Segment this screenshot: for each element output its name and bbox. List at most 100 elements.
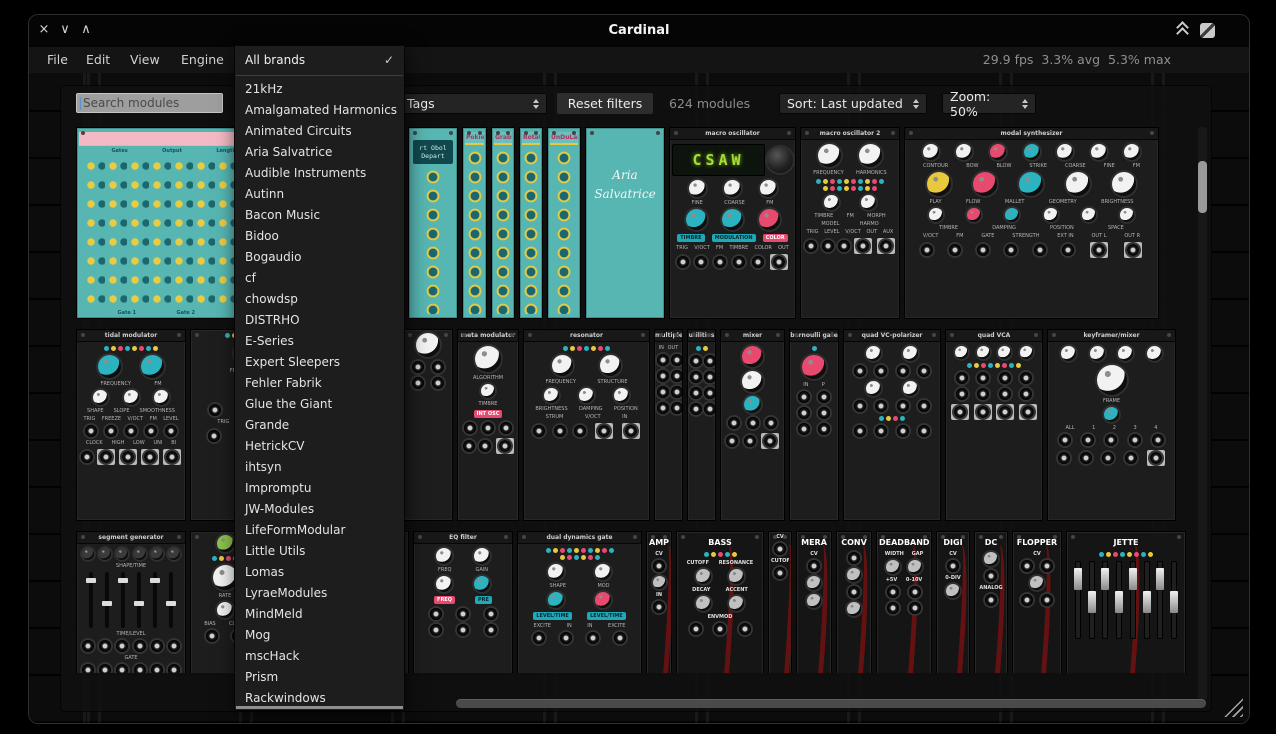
panel-label: GATE <box>124 655 137 661</box>
brand-menu-item[interactable]: E-Series <box>235 331 404 352</box>
module-card[interactable]: DIGICV0-DIV <box>936 531 970 673</box>
brand-menu-item[interactable]: ihtsyn <box>235 457 404 478</box>
module-card[interactable]: UnDuLaR <box>547 127 581 319</box>
brand-menu-item[interactable]: Bogaudio <box>235 247 404 268</box>
zoom-select[interactable]: Zoom: 50% <box>942 93 1036 114</box>
module-card[interactable]: utilities <box>687 329 716 521</box>
module-card[interactable]: Grabby <box>491 127 515 319</box>
menu-item-view[interactable]: View <box>130 52 160 67</box>
menu-item-file[interactable]: File <box>47 52 68 67</box>
jack <box>985 594 997 606</box>
sort-select[interactable]: Sort: Last updated <box>779 93 927 114</box>
brand-menu-item[interactable]: Aria Salvatrice <box>235 142 404 163</box>
brand-menu-item[interactable]: chowdsp <box>235 289 404 310</box>
brand-menu-item[interactable]: 21kHz <box>235 79 404 100</box>
tags-select-label: Tags <box>407 96 435 111</box>
jack <box>764 435 776 447</box>
jack-row <box>771 567 789 579</box>
panel-label: 1 <box>1092 425 1095 431</box>
jack-row <box>803 238 897 254</box>
brand-menu-item[interactable]: MindMeld <box>235 604 404 625</box>
panel-label: V/OCT <box>128 416 144 422</box>
panel-label: OUT <box>778 245 789 251</box>
brand-menu-item[interactable]: mscHack <box>235 646 404 667</box>
brand-menu-item[interactable]: cf <box>235 268 404 289</box>
module-card[interactable]: CVCUTOFF <box>768 531 792 673</box>
module-card[interactable]: resonatorFREQUENCYSTRUCTUREBRIGHTNESSDAM… <box>523 329 650 521</box>
brand-menu-item[interactable]: Little Utils <box>235 541 404 562</box>
cardinal-logo-icon <box>1200 23 1215 38</box>
brand-menu-item[interactable]: Impromptu <box>235 478 404 499</box>
tags-select[interactable]: Tags <box>399 93 547 114</box>
knob-row <box>948 346 1040 359</box>
brand-menu-selected[interactable]: All brands ✓ <box>235 49 404 72</box>
brand-menu-item[interactable]: Autinn <box>235 184 404 205</box>
brand-menu-item[interactable]: Mog <box>235 625 404 646</box>
module-card[interactable]: FLOPPERCV <box>1012 531 1062 673</box>
module-card[interactable]: tidal modulatorFREQUENCYFMSHAPESLOPESMOO… <box>76 329 186 521</box>
label-row: 0-DIV <box>939 575 967 581</box>
module-card[interactable]: meta modulatorALGORITHMTIMBREINT OSC <box>457 329 519 521</box>
module-card[interactable]: Rotatoes <box>519 127 543 319</box>
brand-menu-item[interactable]: LifeFormModular <box>235 520 404 541</box>
brand-menu-item[interactable]: Fehler Fabrik <box>235 373 404 394</box>
module-card[interactable]: mixer <box>720 329 785 521</box>
slider-handle <box>1170 591 1178 613</box>
reset-filters-button[interactable]: Reset filters <box>557 93 653 114</box>
brand-menu-item[interactable]: Audible Instruments <box>235 163 404 184</box>
brand-menu-item[interactable]: HetrickCV <box>235 436 404 457</box>
module-card[interactable]: segment generatorSHAPE/TIMETIME/LEVELGAT… <box>76 531 186 673</box>
brand-menu-item[interactable]: JW-Modules <box>235 499 404 520</box>
module-card[interactable]: macro oscillatorCSAWFINECOARSEFMTIMBREMO… <box>669 127 796 319</box>
brand-menu-item[interactable]: Prism <box>235 667 404 688</box>
module-card[interactable]: DEADBANDWIDTHGAP+5V0-10V <box>876 531 932 673</box>
vertical-scrollbar[interactable] <box>1198 127 1207 701</box>
module-card[interactable]: keyframer/mixerFRAMEALL1234 <box>1047 329 1176 521</box>
output-pad <box>770 254 788 270</box>
jack <box>1020 388 1032 400</box>
brand-menu-item[interactable]: Expert Sleepers <box>235 352 404 373</box>
horizontal-scrollbar-thumb[interactable] <box>456 699 1206 708</box>
module-card[interactable]: JETTE <box>1066 531 1186 673</box>
module-card[interactable]: multiplesINOUT <box>654 329 683 521</box>
module-card[interactable]: MERACV <box>796 531 832 673</box>
jack <box>887 602 899 614</box>
search-input[interactable]: Search modules <box>76 93 223 113</box>
brand-menu-item[interactable]: Glue the Giant <box>235 394 404 415</box>
module-card[interactable] <box>403 329 453 521</box>
vertical-scrollbar-thumb[interactable] <box>1198 161 1207 213</box>
badge-row: TIMBREMODULATIONCOLOR <box>672 234 793 242</box>
module-card[interactable]: BASSCUTOFFRESONANCEDECAYACCENTENVMOD <box>676 531 764 673</box>
panel-label: BOW <box>966 163 978 169</box>
module-card[interactable]: AriaSalvatrice <box>585 127 665 319</box>
module-card[interactable]: rt Obol Depart <box>408 127 458 319</box>
jack <box>653 560 665 572</box>
module-card[interactable]: quad VCA <box>945 329 1043 521</box>
brand-menu-item[interactable]: Lomas <box>235 562 404 583</box>
module-card[interactable]: bernoulli gateINP <box>789 329 839 521</box>
led-dot <box>1127 552 1132 557</box>
brand-menu-item[interactable]: Animated Circuits <box>235 121 404 142</box>
brand-menu-item[interactable]: Bidoo <box>235 226 404 247</box>
module-card[interactable]: EQ filterFREQGAINFREQPRE <box>413 531 513 673</box>
module-card[interactable]: macro oscillator 2FREQUENCYHARMONICSTIMB… <box>800 127 900 319</box>
brand-menu-item[interactable]: Amalgamated Harmonics <box>235 100 404 121</box>
module-card[interactable]: quad VC-polarizer <box>843 329 941 521</box>
panel-label: GATE <box>981 233 994 239</box>
module-card[interactable]: Pokies <box>462 127 487 319</box>
module-card[interactable]: dual dynamics gateSHAPEMODLEVEL/TIMELEVE… <box>517 531 642 673</box>
menu-item-engine[interactable]: Engine <box>181 52 224 67</box>
collapse-all-icon[interactable] <box>1178 26 1187 38</box>
module-card[interactable]: DCANALOG <box>974 531 1008 673</box>
brand-menu-item[interactable]: LyraeModules <box>235 583 404 604</box>
module-card[interactable]: CONV <box>836 531 872 673</box>
jack <box>168 664 180 673</box>
module-card[interactable]: modal synthesizerCONTOURBOWBLOWSTRIKECOA… <box>904 127 1159 319</box>
panel-label: LEVEL <box>163 416 178 422</box>
brand-menu-item[interactable]: Bacon Music <box>235 205 404 226</box>
knob <box>1020 346 1033 359</box>
brand-menu-item[interactable]: Grande <box>235 415 404 436</box>
module-card[interactable]: AMPCVIN <box>646 531 672 673</box>
brand-menu-item[interactable]: DISTRHO <box>235 310 404 331</box>
menu-item-edit[interactable]: Edit <box>86 52 110 67</box>
